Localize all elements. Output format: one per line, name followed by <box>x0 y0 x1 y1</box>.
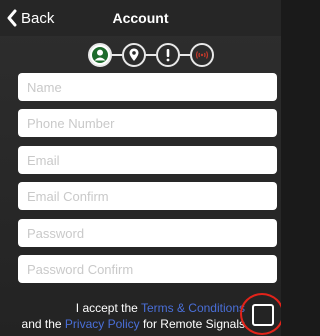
page-title: Account <box>112 10 169 26</box>
signal-icon <box>195 51 209 59</box>
email-confirm-field[interactable] <box>18 182 277 210</box>
terms-line-1: I accept the Terms & Conditions <box>76 301 245 315</box>
terms-prefix: I accept the <box>75 301 138 315</box>
accept-terms-checkbox[interactable] <box>252 304 274 326</box>
phone-number-field[interactable] <box>18 109 277 137</box>
progress-steps <box>88 40 214 70</box>
terms-conditions-link[interactable]: Terms & Conditions <box>141 301 245 315</box>
location-pin-icon <box>129 48 139 61</box>
privacy-suffix: for Remote Signals <box>142 317 245 331</box>
step-alert <box>156 43 180 67</box>
terms-line-2: and the Privacy Policy for Remote Signal… <box>22 317 245 331</box>
name-field[interactable] <box>18 73 277 101</box>
navigation-bar: Back Account <box>0 0 281 36</box>
step-person <box>88 43 112 67</box>
privacy-prefix: and the <box>21 317 62 331</box>
password-confirm-field[interactable] <box>18 255 277 283</box>
step-signals <box>190 43 214 67</box>
terms-acceptance: I accept the Terms & Conditions and the … <box>0 297 281 333</box>
account-screen: Back Account Name Phone Number Email Ema… <box>0 0 281 336</box>
step-location <box>122 43 146 67</box>
privacy-policy-link[interactable]: Privacy Policy <box>65 317 140 331</box>
password-field[interactable] <box>18 219 277 247</box>
email-field[interactable] <box>18 146 277 174</box>
exclamation-icon <box>166 49 170 62</box>
person-icon <box>92 47 108 63</box>
